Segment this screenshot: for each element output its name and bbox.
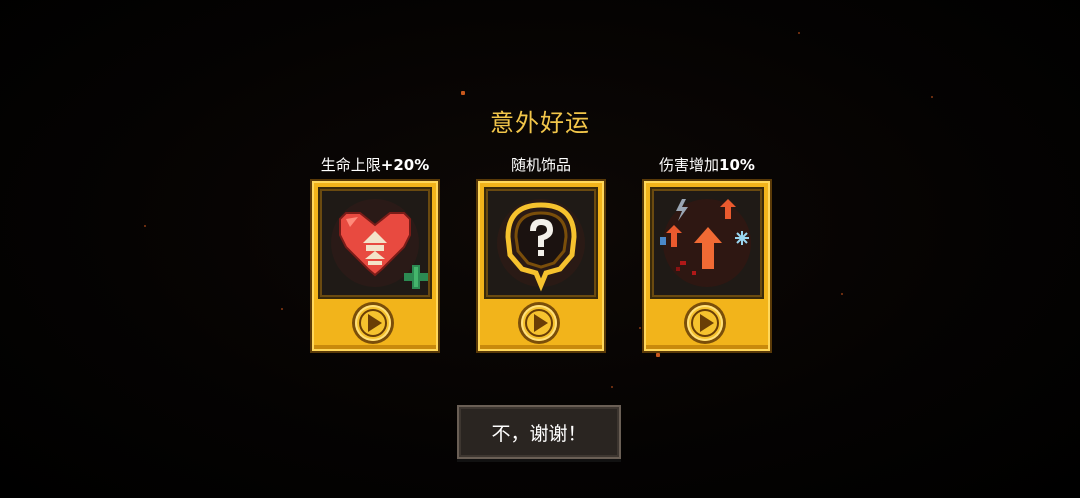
play-ad-button[interactable] [521,305,557,341]
reward-card[interactable] [476,179,606,353]
ember-particle [281,308,283,310]
reward-screen: 意外好运 生命上限+20% 随机饰品 伤害增加10% 不，谢谢！ [0,0,1080,498]
screen-title: 意外好运 [490,109,590,137]
reward-card[interactable] [642,179,772,353]
ember-particle [656,353,660,357]
card-label-value: 10% [719,156,755,174]
mystery-accessory-icon [497,199,585,292]
ember-particle [611,386,613,388]
card-label: 随机饰品 [476,154,606,176]
ember-particle [144,225,146,227]
reward-card[interactable] [310,179,440,353]
card-icon-frame [650,187,764,299]
reward-card-max-hp: 生命上限+20% [310,154,440,353]
card-label-text: 生命上限 [320,156,381,174]
ember-particle [639,327,641,329]
damage-up-arrows-icon [660,199,751,287]
card-label: 伤害增加10% [642,154,772,176]
play-ad-button[interactable] [355,305,391,341]
ember-particle [461,91,465,95]
card-label-text: 伤害增加 [659,156,720,174]
card-icon-frame [484,187,598,299]
reward-card-random-accessory: 随机饰品 [476,154,606,353]
card-label-value: +20% [380,156,430,174]
ember-particle [798,32,800,34]
decline-button[interactable]: 不，谢谢！ [457,405,621,459]
play-icon [691,309,719,337]
reward-card-damage-up: 伤害增加10% [642,154,772,353]
play-ad-button[interactable] [687,305,723,341]
play-icon [525,309,553,337]
ember-particle [841,293,843,295]
card-icon-frame [318,187,432,299]
card-label: 生命上限+20% [310,154,440,176]
heart-health-up-icon [331,199,428,289]
ember-particle [931,96,933,98]
card-label-text: 随机饰品 [510,156,571,174]
play-icon [359,309,387,337]
